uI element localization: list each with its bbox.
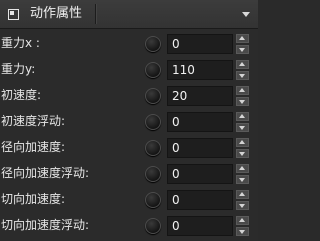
property-row-tangential-accel-variance: 切向加速度浮动: 0 <box>0 213 258 238</box>
value-text: 0 <box>172 115 180 129</box>
spinner <box>236 138 249 158</box>
decrement-button[interactable] <box>236 123 249 132</box>
value-text: 110 <box>172 63 195 77</box>
property-row-gravity-y: 重力y: 110 <box>0 57 258 82</box>
decrement-button[interactable] <box>236 71 249 80</box>
value-text: 0 <box>172 193 180 207</box>
property-label: 重力y: <box>1 62 36 76</box>
panel-header: 动作属性 <box>0 0 258 29</box>
value-field[interactable]: 0 <box>167 216 233 236</box>
property-label: 重力x : <box>1 36 40 50</box>
dial-knob[interactable] <box>145 140 161 156</box>
decrement-button[interactable] <box>236 227 249 236</box>
panel-icon <box>8 9 19 20</box>
spinner <box>236 164 249 184</box>
spinner <box>236 190 249 210</box>
dial-knob[interactable] <box>145 114 161 130</box>
spinner <box>236 60 249 80</box>
value-text: 0 <box>172 37 180 51</box>
increment-button[interactable] <box>236 112 249 121</box>
value-field[interactable]: 0 <box>167 112 233 132</box>
dial-knob[interactable] <box>145 88 161 104</box>
value-field[interactable]: 0 <box>167 190 233 210</box>
decrement-button[interactable] <box>236 97 249 106</box>
property-row-radial-accel: 径向加速度: 0 <box>0 135 258 160</box>
value-field[interactable]: 20 <box>167 86 233 106</box>
value-text: 0 <box>172 141 180 155</box>
spinner <box>236 112 249 132</box>
property-row-tangential-accel: 切向加速度: 0 <box>0 187 258 212</box>
property-label: 初速度浮动: <box>1 114 66 128</box>
spinner <box>236 34 249 54</box>
value-text: 0 <box>172 167 180 181</box>
action-properties-panel: 动作属性 重力x : 0 重力y: 110 初速度: 20 初速度浮动: 0 径… <box>0 0 258 241</box>
property-label: 切向加速度浮动: <box>1 218 90 232</box>
increment-button[interactable] <box>236 60 249 69</box>
decrement-button[interactable] <box>236 149 249 158</box>
value-text: 0 <box>172 219 180 233</box>
value-field[interactable]: 0 <box>167 138 233 158</box>
increment-button[interactable] <box>236 164 249 173</box>
property-row-initial-speed: 初速度: 20 <box>0 83 258 108</box>
decrement-button[interactable] <box>236 201 249 210</box>
increment-button[interactable] <box>236 216 249 225</box>
decrement-button[interactable] <box>236 45 249 54</box>
property-label: 初速度: <box>1 88 42 102</box>
property-label: 切向加速度: <box>1 192 66 206</box>
property-label: 径向加速度浮动: <box>1 166 90 180</box>
property-row-gravity-x: 重力x : 0 <box>0 31 258 56</box>
dial-knob[interactable] <box>145 62 161 78</box>
dial-knob[interactable] <box>145 36 161 52</box>
property-label: 径向加速度: <box>1 140 66 154</box>
increment-button[interactable] <box>236 190 249 199</box>
increment-button[interactable] <box>236 138 249 147</box>
spinner <box>236 86 249 106</box>
dial-knob[interactable] <box>145 218 161 234</box>
spinner <box>236 216 249 236</box>
increment-button[interactable] <box>236 86 249 95</box>
property-row-radial-accel-variance: 径向加速度浮动: 0 <box>0 161 258 186</box>
decrement-button[interactable] <box>236 175 249 184</box>
increment-button[interactable] <box>236 34 249 43</box>
property-row-initial-speed-variance: 初速度浮动: 0 <box>0 109 258 134</box>
dial-knob[interactable] <box>145 166 161 182</box>
panel-title: 动作属性 <box>30 6 83 21</box>
value-field[interactable]: 0 <box>167 34 233 54</box>
chevron-down-icon[interactable] <box>242 12 250 17</box>
value-text: 20 <box>172 89 188 103</box>
value-field[interactable]: 110 <box>167 60 233 80</box>
header-divider <box>95 4 96 24</box>
value-field[interactable]: 0 <box>167 164 233 184</box>
dial-knob[interactable] <box>145 192 161 208</box>
